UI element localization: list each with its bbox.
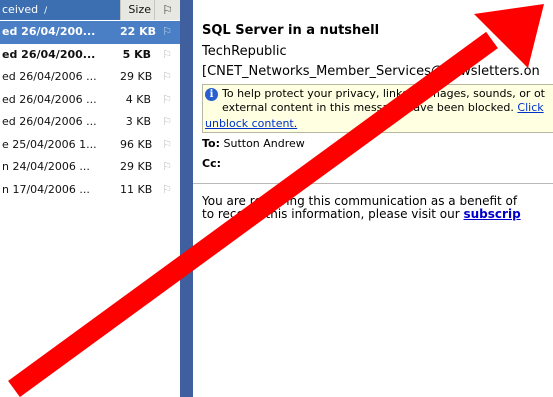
to-label: To: (202, 137, 220, 150)
message-size: 4 KB (125, 92, 151, 106)
message-received-date: e 25/04/2006 1... (2, 137, 97, 151)
message-size: 3 KB (125, 115, 151, 128)
flag-icon[interactable]: ⚐ (154, 134, 180, 157)
unblock-content-link[interactable]: unblock content. (205, 117, 297, 130)
header-separator (193, 183, 553, 184)
to-recipient[interactable]: Sutton Andrew (224, 137, 305, 150)
message-body-line1: You are receiving this communication as … (202, 194, 518, 208)
column-header-received[interactable]: ceived / (0, 0, 120, 20)
message-size: 5 KB (122, 47, 151, 61)
to-row: To: Sutton Andrew (202, 137, 305, 150)
message-row[interactable]: ed 26/04/2006 ... 4 KB ⚐ (0, 89, 180, 112)
message-received-date: ed 26/04/200... (2, 47, 96, 61)
infobar-text-line2: external content in this message have be… (222, 101, 544, 114)
message-received-date: n 24/04/2006 ... (2, 160, 90, 173)
message-row[interactable]: ed 26/04/200... 22 KB ⚐ (0, 21, 180, 44)
sort-indicator-icon: / (44, 6, 48, 16)
flag-icon[interactable]: ⚐ (154, 21, 180, 44)
flag-icon[interactable]: ⚐ (154, 44, 180, 67)
info-icon: i (205, 88, 218, 101)
infobar-text-line2-text: external content in this message have be… (222, 101, 518, 114)
reading-pane: SQL Server in a nutshell TechRepublic [C… (193, 0, 553, 397)
message-received-date: ed 26/04/2006 ... (2, 92, 97, 106)
blocked-content-infobar[interactable]: i To help protect your privacy, links to… (202, 84, 553, 133)
message-size: 11 KB (120, 182, 153, 196)
cc-label: Cc: (202, 157, 221, 170)
column-header-size[interactable]: Size (120, 0, 154, 20)
sender-name: TechRepublic (202, 44, 287, 59)
message-subject: SQL Server in a nutshell (202, 23, 380, 38)
message-row[interactable]: e 25/04/2006 1... 96 KB ⚐ (0, 134, 180, 157)
message-received-date: ed 26/04/200... (2, 25, 96, 38)
message-list-pane: ceived / Size ⚐ ed 26/04/200... 22 KB ⚐ ed 2… (0, 0, 180, 397)
subscribe-link[interactable]: subscrip (464, 207, 521, 221)
message-list-header: ceived / Size ⚐ (0, 0, 180, 20)
message-received-date: ed 26/04/2006 ... (2, 115, 97, 128)
message-body-line2: to receive this information, please visi… (202, 207, 521, 221)
pane-splitter[interactable] (180, 0, 193, 397)
message-rows: ed 26/04/200... 22 KB ⚐ ed 26/04/200... 5 KB… (0, 21, 180, 201)
flag-icon[interactable]: ⚐ (154, 179, 180, 202)
message-size: 29 KB (120, 160, 153, 173)
infobar-text-line1: To help protect your privacy, links to i… (222, 87, 545, 100)
flag-icon[interactable]: ⚐ (154, 66, 180, 89)
message-row[interactable]: ed 26/04/2006 ... 3 KB ⚐ (0, 111, 180, 134)
column-header-received-label: ceived (2, 3, 39, 16)
message-row[interactable]: n 24/04/2006 ... 29 KB ⚐ (0, 156, 180, 179)
sender-email: [CNET_Networks_Member_Services@newslette… (202, 64, 540, 79)
message-row[interactable]: n 17/04/2006 ... 11 KB ⚐ (0, 179, 180, 202)
flag-icon[interactable]: ⚐ (154, 156, 180, 179)
column-header-flag-icon[interactable]: ⚐ (154, 0, 180, 20)
flag-icon[interactable]: ⚐ (154, 111, 180, 134)
message-row[interactable]: ed 26/04/2006 ... 29 KB ⚐ (0, 66, 180, 89)
message-row[interactable]: ed 26/04/200... 5 KB ⚐ (0, 44, 180, 67)
click-link[interactable]: Click (517, 101, 543, 114)
message-size: 96 KB (120, 137, 153, 151)
message-received-date: n 17/04/2006 ... (2, 182, 90, 196)
message-size: 22 KB (120, 25, 157, 38)
message-size: 29 KB (120, 70, 153, 83)
message-body-line2-text: to receive this information, please visi… (202, 207, 464, 221)
message-received-date: ed 26/04/2006 ... (2, 70, 97, 83)
flag-icon[interactable]: ⚐ (154, 89, 180, 112)
